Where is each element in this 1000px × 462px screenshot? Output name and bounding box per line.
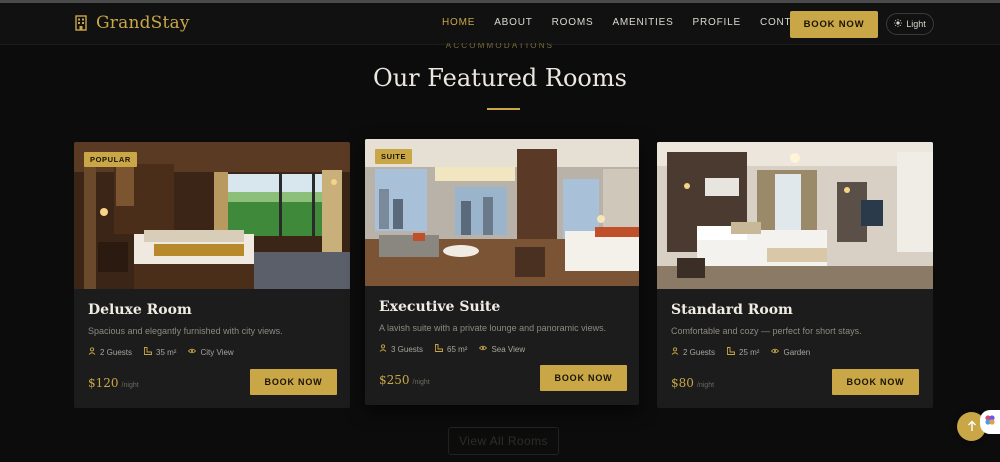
room-price-amount: $120 — [88, 376, 119, 390]
brand-name: GrandStay — [96, 13, 190, 33]
brand-logo[interactable]: GrandStay — [74, 13, 190, 33]
amenity-view-text: Garden — [783, 347, 811, 357]
amenity-guests: 2 Guests — [671, 347, 715, 357]
amenity-guests: 3 Guests — [379, 344, 423, 354]
header-book-now-button[interactable]: BOOK NOW — [790, 11, 878, 38]
nav-profile[interactable]: PROFILE — [693, 17, 741, 28]
room-price-unit: /night — [696, 382, 715, 389]
extension-icon — [984, 413, 996, 431]
room-name: Standard Room — [671, 302, 793, 318]
site-header: GrandStay HOME ABOUT ROOMS AMENITIES PRO… — [0, 3, 1000, 45]
ruler-icon — [435, 344, 443, 354]
room-amenities: 2 Guests 25 m² Garden — [671, 347, 810, 357]
arrow-up-icon — [967, 419, 977, 435]
ruler-icon — [144, 347, 152, 357]
room-card-executive[interactable]: SUITE Executive Suite A lavish suite wit… — [365, 139, 639, 405]
room-amenities: 3 Guests 65 m² Sea View — [379, 344, 525, 354]
room-price-amount: $250 — [379, 373, 410, 387]
room-price: $120/night — [88, 376, 139, 390]
room-price-unit: /night — [121, 382, 139, 389]
room-card-deluxe[interactable]: POPULAR Deluxe Room Spacious and elegant… — [74, 142, 350, 408]
user-icon — [88, 347, 96, 357]
amenity-view: Garden — [771, 347, 810, 357]
room-book-now-button[interactable]: BOOK NOW — [250, 369, 337, 395]
amenity-size-text: 65 m² — [447, 344, 468, 354]
ruler-icon — [727, 347, 735, 357]
room-book-now-button[interactable]: BOOK NOW — [540, 365, 627, 391]
section-title: Our Featured Rooms — [373, 64, 627, 92]
room-name: Executive Suite — [379, 299, 501, 315]
room-price: $250/night — [379, 373, 430, 387]
eye-icon — [479, 344, 488, 354]
room-price: $80/night — [671, 376, 714, 390]
amenity-guests-text: 2 Guests — [683, 347, 716, 357]
amenity-guests: 2 Guests — [88, 347, 132, 357]
nav-about[interactable]: ABOUT — [494, 17, 532, 28]
room-description: Comfortable and cozy — perfect for short… — [671, 326, 862, 336]
hotel-building-icon — [74, 15, 88, 31]
sun-icon — [894, 19, 903, 29]
nav-home[interactable]: HOME — [442, 17, 475, 28]
amenity-guests-text: 2 Guests — [100, 347, 133, 357]
browser-extension-widget[interactable] — [980, 410, 1000, 434]
eye-icon — [771, 347, 780, 357]
room-description: Spacious and elegantly furnished with ci… — [88, 326, 283, 336]
main-nav: HOME ABOUT ROOMS AMENITIES PROFILE CONTA… — [442, 17, 832, 28]
room-price-unit: /night — [412, 379, 430, 386]
room-price-amount: $80 — [671, 376, 694, 390]
room-name: Deluxe Room — [88, 302, 192, 318]
room-card-standard[interactable]: Standard Room Comfortable and cozy — per… — [657, 142, 933, 408]
nav-amenities[interactable]: AMENITIES — [612, 17, 673, 28]
room-badge: SUITE — [375, 149, 413, 164]
amenity-size-text: 25 m² — [739, 347, 760, 357]
amenity-view-text: Sea View — [491, 344, 526, 354]
room-description: A lavish suite with a private lounge and… — [379, 323, 607, 333]
room-photo — [657, 142, 933, 289]
amenity-size-text: 35 m² — [156, 347, 177, 357]
theme-toggle-label: Light — [906, 19, 926, 29]
amenity-size: 25 m² — [727, 347, 759, 357]
theme-toggle-button[interactable]: Light — [886, 13, 934, 35]
room-badge: POPULAR — [84, 152, 137, 167]
user-icon — [671, 347, 679, 357]
nav-rooms[interactable]: ROOMS — [552, 17, 594, 28]
amenity-guests-text: 3 Guests — [391, 344, 424, 354]
room-book-now-button[interactable]: BOOK NOW — [832, 369, 919, 395]
amenity-view: Sea View — [479, 344, 525, 354]
amenity-size: 65 m² — [435, 344, 467, 354]
amenity-view-text: City View — [200, 347, 234, 357]
title-divider — [487, 108, 520, 110]
eye-icon — [188, 347, 197, 357]
section-eyebrow: ACCOMMODATIONS — [445, 43, 555, 50]
amenity-view: City View — [188, 347, 234, 357]
user-icon — [379, 344, 387, 354]
amenity-size: 35 m² — [144, 347, 176, 357]
view-all-rooms-button[interactable]: View All Rooms — [448, 427, 559, 455]
room-amenities: 2 Guests 35 m² City View — [88, 347, 234, 357]
